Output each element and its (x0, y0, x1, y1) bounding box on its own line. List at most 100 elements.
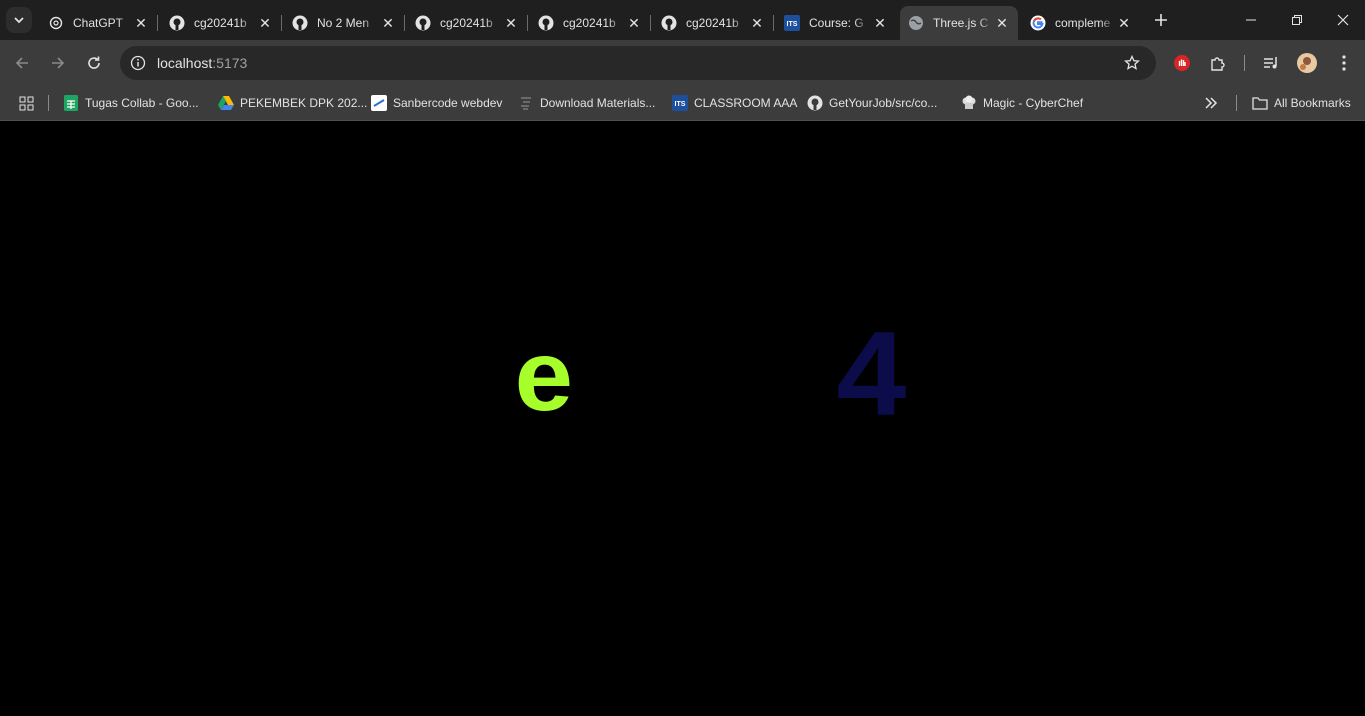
media-control-icon[interactable] (1260, 52, 1282, 74)
tab-separator (650, 15, 651, 31)
toolbar-separator (1244, 55, 1245, 71)
tab-separator (527, 15, 528, 31)
tab-strip: ChatGPT ✕ cg20241b ✕ No 2 Men ✕ cg20241b… (0, 0, 1365, 40)
chatgpt-icon (48, 15, 64, 31)
close-icon[interactable]: ✕ (133, 15, 149, 31)
close-icon[interactable]: ✕ (626, 15, 642, 31)
google-icon (1030, 15, 1046, 31)
extensions-puzzle-icon[interactable] (1207, 52, 1229, 74)
minimize-button[interactable] (1238, 8, 1264, 32)
url-port: :5173 (212, 55, 248, 71)
folder-icon (1252, 95, 1268, 111)
more-bookmarks-button[interactable] (1204, 93, 1218, 113)
bookmarks-separator (48, 95, 49, 111)
svg-text:ITS: ITS (787, 21, 798, 28)
browser-toolbar: localhost:5173 (0, 40, 1365, 86)
bookmark-star-icon[interactable] (1122, 53, 1142, 73)
tab-separator (157, 15, 158, 31)
profile-avatar[interactable] (1296, 52, 1318, 74)
tab-title: cg20241b (440, 16, 493, 30)
tab-github-1[interactable]: cg20241b ✕ (161, 6, 282, 40)
tab-title: ChatGPT (73, 16, 124, 30)
github-icon (538, 15, 554, 31)
close-icon (1337, 14, 1349, 26)
double-chevron-right-icon (1205, 97, 1218, 109)
tab-google[interactable]: compleme ✕ (1022, 6, 1140, 40)
globe-icon (908, 15, 924, 31)
bookmark-label: GetYourJob/src/co... (829, 96, 938, 110)
close-icon[interactable]: ✕ (994, 15, 1010, 31)
tab-github-4[interactable]: cg20241b ✕ (530, 6, 651, 40)
chef-icon (961, 95, 977, 111)
new-tab-button[interactable] (1150, 9, 1172, 31)
tab-title: cg20241b (686, 16, 739, 30)
tab-github-3[interactable]: cg20241b ✕ (407, 6, 528, 40)
3d-text-glyph-left: e (514, 320, 574, 432)
tab-threejs-active[interactable]: Three.js C ✕ (900, 6, 1018, 40)
all-bookmarks-button[interactable]: All Bookmarks (1252, 93, 1351, 113)
menu-kebab-icon[interactable] (1333, 52, 1355, 74)
arrow-left-icon (15, 57, 28, 69)
github-icon (807, 95, 823, 111)
its-icon: ITS (672, 95, 688, 111)
tab-chatgpt[interactable]: ChatGPT ✕ (40, 6, 158, 40)
tab-title: cg20241b (563, 16, 616, 30)
arrow-right-icon (52, 57, 65, 69)
apps-button[interactable] (18, 93, 34, 113)
bookmark-item[interactable]: PEKEMBEK DPK 202... (218, 93, 367, 113)
chevron-down-icon (14, 17, 24, 24)
url-text[interactable]: localhost:5173 (157, 55, 247, 71)
3d-text-glyph-right: 4 (836, 307, 907, 441)
extension-stop-icon[interactable] (1171, 52, 1193, 74)
all-bookmarks-label: All Bookmarks (1274, 96, 1351, 110)
tab-search-button[interactable] (6, 7, 32, 33)
threejs-canvas[interactable]: e 4 (0, 121, 1365, 716)
tab-separator (773, 15, 774, 31)
restore-button[interactable] (1284, 8, 1310, 32)
doc-icon (518, 95, 534, 111)
reload-button[interactable] (82, 51, 106, 75)
tab-title: No 2 Men (317, 16, 370, 30)
apps-grid-icon (18, 95, 34, 111)
tab-separator (281, 15, 282, 31)
tab-github-5[interactable]: cg20241b ✕ (653, 6, 774, 40)
bookmark-item[interactable]: GetYourJob/src/co... (807, 93, 937, 113)
tab-github-2[interactable]: No 2 Men ✕ (284, 6, 405, 40)
reload-icon (88, 56, 100, 69)
bookmark-label: PEKEMBEK DPK 202... (240, 96, 368, 110)
forward-button[interactable] (46, 51, 70, 75)
bookmark-item[interactable]: ITS CLASSROOM AAA (672, 93, 797, 113)
close-icon[interactable]: ✕ (257, 15, 273, 31)
site-info-icon[interactable] (128, 53, 148, 73)
back-button[interactable] (10, 51, 34, 75)
tab-separator (404, 15, 405, 31)
close-icon[interactable]: ✕ (749, 15, 765, 31)
close-window-button[interactable] (1330, 8, 1356, 32)
url-host: localhost (157, 55, 213, 71)
address-bar[interactable]: localhost:5173 (120, 46, 1156, 80)
its-icon: ITS (784, 15, 800, 31)
bookmark-item[interactable]: Tugas Collab - Goo... (63, 93, 199, 113)
svg-text:ITS: ITS (675, 101, 686, 108)
bookmarks-bar: Tugas Collab - Goo... PEKEMBEK DPK 202..… (0, 86, 1365, 121)
bookmark-label: Magic - CyberChef (983, 96, 1084, 110)
close-icon[interactable]: ✕ (380, 15, 396, 31)
minimize-icon (1246, 19, 1256, 21)
github-icon (661, 15, 677, 31)
close-icon[interactable]: ✕ (872, 15, 888, 31)
bookmark-label: Sanbercode webdev (393, 96, 503, 110)
bookmark-label: Download Materials... (540, 96, 656, 110)
github-icon (415, 15, 431, 31)
sanbercode-icon (371, 95, 387, 111)
close-icon[interactable]: ✕ (503, 15, 519, 31)
tab-title: cg20241b (194, 16, 247, 30)
bookmark-label: CLASSROOM AAA (694, 96, 798, 110)
bookmark-item[interactable]: Sanbercode webdev (371, 93, 502, 113)
tab-course[interactable]: ITS Course: G ✕ (776, 6, 896, 40)
close-icon[interactable]: ✕ (1116, 15, 1132, 31)
sheets-icon (63, 95, 79, 111)
bookmark-item[interactable]: Download Materials... (518, 93, 655, 113)
bookmark-item[interactable]: Magic - CyberChef (961, 93, 1083, 113)
github-icon (292, 15, 308, 31)
restore-icon (1292, 15, 1302, 25)
